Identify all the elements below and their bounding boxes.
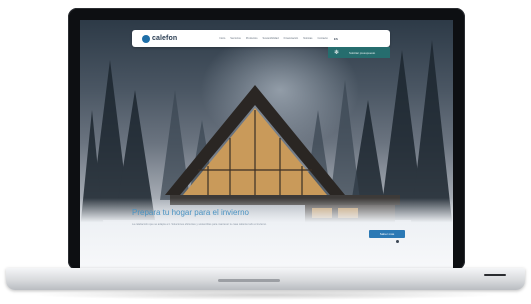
language-selector[interactable]: ES	[334, 37, 338, 41]
brand-logo[interactable]: calefon	[142, 34, 178, 43]
logo-icon	[142, 34, 150, 43]
laptop-side-slot	[484, 274, 506, 276]
slider-dot[interactable]	[396, 240, 399, 243]
nav-item-servicios[interactable]: Servicios	[230, 37, 241, 40]
nav-item-contacto[interactable]: Contacto	[317, 37, 327, 40]
learn-more-button[interactable]: Saber más	[369, 230, 405, 238]
nav-item-noticias[interactable]: Noticias	[303, 37, 312, 40]
laptop-shadow	[30, 290, 500, 300]
hero-subtitle: La calefacción que se adapta a ti. Soluc…	[132, 223, 267, 226]
nav-item-productos[interactable]: Productos	[246, 37, 258, 40]
laptop-hinge-notch	[218, 279, 280, 282]
nav-item-sostenibilidad[interactable]: Sostenibilidad	[263, 37, 279, 40]
nav-item-inicio[interactable]: Inicio	[219, 37, 225, 40]
snowflake-icon: ❄	[334, 50, 340, 56]
quote-cta-button[interactable]: ❄ Solicitar presupuesto	[328, 47, 390, 58]
hero-title: Prepara tu hogar para el invierno	[132, 208, 249, 217]
nav-links: Inicio Servicios Productos Sostenibilida…	[219, 37, 328, 40]
quote-cta-label: Solicitar presupuesto	[349, 50, 376, 55]
nav-item-financiacion[interactable]: Financiación	[284, 37, 299, 40]
laptop-screen: calefon Inicio Servicios Productos Soste…	[80, 20, 453, 268]
brand-name: calefon	[152, 35, 178, 42]
learn-more-label: Saber más	[379, 232, 395, 236]
site-navbar: calefon Inicio Servicios Productos Soste…	[132, 30, 390, 47]
